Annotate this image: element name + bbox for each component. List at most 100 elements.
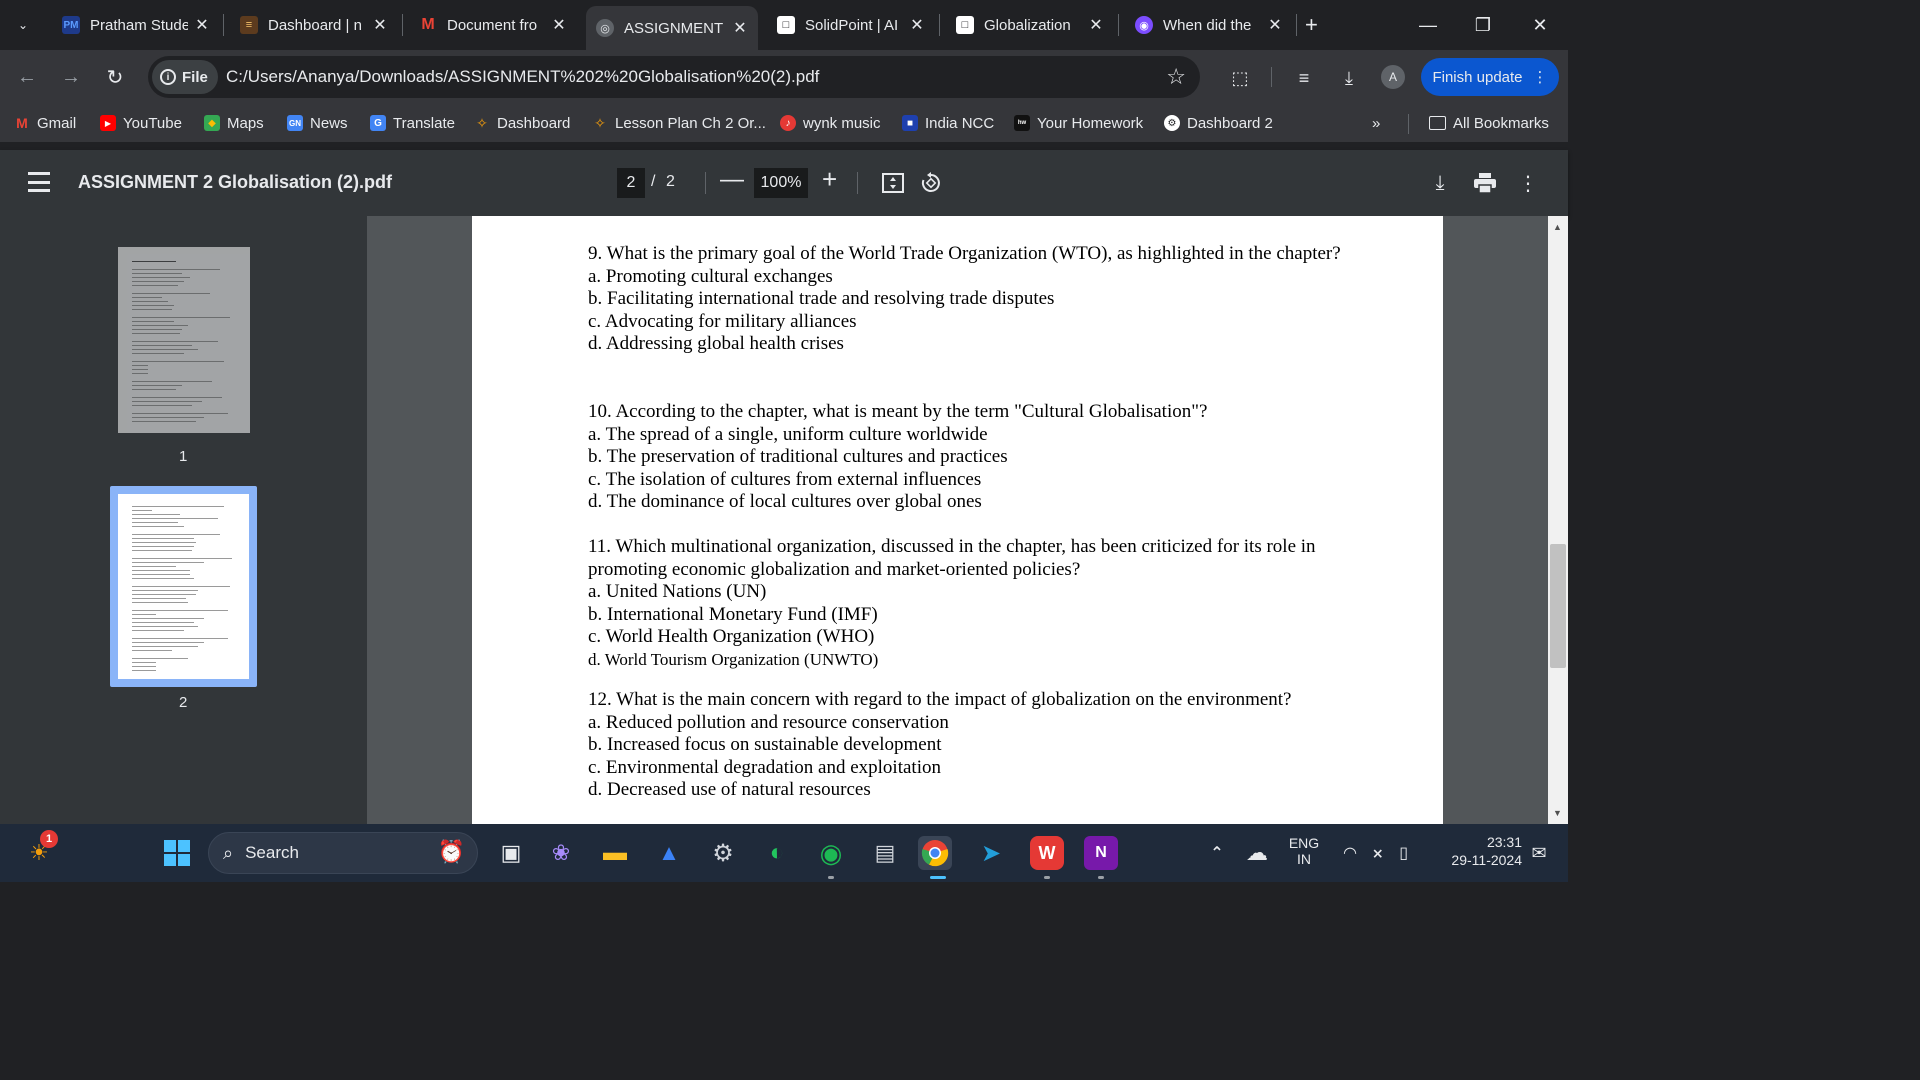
zoom-level-input[interactable]: 100% — [754, 168, 808, 198]
tab-globalization[interactable]: □ Globalization ✕ — [946, 6, 1114, 44]
restore-button[interactable]: ❐ — [1468, 10, 1498, 40]
bookmark-label: Maps — [227, 114, 264, 132]
taskbar-search[interactable]: ⌕ Search ⏰ — [208, 832, 478, 874]
answer-option: a. The spread of a single, uniform cultu… — [588, 423, 988, 445]
tab-assignment[interactable]: ◎ ASSIGNMENT ✕ — [586, 6, 758, 50]
wps-office-app[interactable]: W — [1030, 836, 1064, 870]
bookmark-gmail[interactable]: M Gmail — [14, 112, 76, 134]
bookmark-lesson-plan[interactable]: ✧ Lesson Plan Ch 2 Or... — [592, 112, 766, 134]
profile-avatar[interactable]: A — [1381, 65, 1405, 89]
fit-page-button[interactable] — [880, 170, 906, 196]
menu-button[interactable] — [28, 172, 50, 192]
quick-settings[interactable]: ◠ ⨯ ▯ — [1336, 836, 1416, 870]
telegram-app[interactable]: ➤ — [974, 836, 1008, 870]
reading-list-button[interactable]: ≡ — [1290, 64, 1318, 92]
downloads-button[interactable]: ⤓ — [1335, 64, 1363, 92]
print-button[interactable] — [1472, 170, 1498, 196]
edge-app[interactable]: ◐ — [760, 836, 794, 870]
task-view-app[interactable]: ▣ — [494, 836, 528, 870]
pdf-viewer[interactable]: 9. What is the primary goal of the World… — [367, 216, 1548, 824]
chrome-app[interactable] — [918, 836, 952, 870]
answer-option: b. Facilitating international trade and … — [588, 288, 1055, 310]
bookmarks-overflow-button[interactable]: » — [1372, 112, 1380, 134]
address-bar[interactable]: i File C:/Users/Ananya/Downloads/ASSIGNM… — [148, 56, 1200, 98]
notifications-button[interactable]: ✉ — [1522, 836, 1556, 870]
download-pdf-button[interactable]: ⤓ — [1427, 170, 1453, 196]
spotify-app[interactable]: ◉ — [814, 836, 848, 870]
tab-strip: ⌄ PM Pratham Stude ✕ ≡ Dashboard | n ✕ M… — [0, 0, 1568, 50]
bookmark-label: Gmail — [37, 114, 77, 132]
close-icon[interactable]: ✕ — [1267, 15, 1283, 35]
close-icon[interactable]: ✕ — [551, 15, 567, 35]
scroll-up-arrow-icon[interactable]: ▲ — [1553, 222, 1562, 232]
close-icon[interactable]: ✕ — [909, 15, 925, 35]
bookmark-your-homework[interactable]: hw Your Homework — [1014, 112, 1143, 134]
onedrive-tray[interactable]: ☁ — [1240, 836, 1274, 870]
weather-widget[interactable]: ☀ 1 — [22, 830, 58, 870]
bookmark-translate[interactable]: G Translate — [370, 112, 455, 134]
bookmark-label: Your Homework — [1037, 114, 1144, 132]
tab-search-button[interactable]: ⌄ — [8, 10, 38, 40]
close-icon[interactable]: ✕ — [194, 15, 210, 35]
tab-dashboard[interactable]: ≡ Dashboard | n ✕ — [230, 6, 398, 44]
bookmark-star-button[interactable]: ☆ — [1166, 64, 1186, 90]
close-icon[interactable]: ✕ — [732, 18, 748, 38]
new-tab-button[interactable]: + — [1305, 12, 1318, 38]
tray-overflow-button[interactable]: ⌃ — [1200, 836, 1234, 870]
finish-update-button[interactable]: Finish update ⋮ — [1421, 58, 1559, 96]
page-thumbnail-1[interactable] — [118, 247, 250, 433]
page-thumbnail-2-selected[interactable] — [110, 486, 257, 687]
reload-button[interactable]: ↻ — [102, 64, 128, 90]
accounts-app[interactable]: ▲ — [652, 836, 686, 870]
close-icon[interactable]: ✕ — [372, 15, 388, 35]
back-button[interactable]: ← — [14, 64, 40, 90]
pdf-document-title: ASSIGNMENT 2 Globalisation (2).pdf — [78, 172, 393, 192]
site-info-chip[interactable]: i File — [152, 60, 218, 94]
tab-solidpoint[interactable]: □ SolidPoint | AI ✕ — [767, 6, 935, 44]
forward-button[interactable]: → — [58, 64, 84, 90]
bookmark-dashboard[interactable]: ✧ Dashboard — [474, 112, 570, 134]
vertical-scrollbar[interactable]: ▲ ▼ — [1548, 216, 1568, 824]
clock[interactable]: 23:31 29-11-2024 — [1432, 834, 1522, 868]
thumbnail-label: 2 — [179, 694, 188, 711]
copilot-app[interactable]: ❀ — [544, 836, 578, 870]
app-icon: ◉ — [1135, 16, 1153, 34]
all-bookmarks-button[interactable]: All Bookmarks — [1429, 112, 1549, 134]
scrollbar-thumb[interactable] — [1550, 544, 1566, 668]
minimize-button[interactable]: — — [1413, 10, 1443, 40]
page-number-input[interactable]: 2 — [617, 168, 645, 198]
news-app[interactable]: ▤ — [868, 836, 902, 870]
bookmark-news[interactable]: GN News — [287, 112, 348, 134]
close-icon[interactable]: ✕ — [1088, 15, 1104, 35]
more-vertical-icon: ⋮ — [1532, 69, 1548, 86]
close-window-button[interactable]: ✕ — [1525, 10, 1555, 40]
file-explorer-app[interactable]: ▬ — [598, 836, 632, 870]
url-text[interactable]: C:/Users/Ananya/Downloads/ASSIGNMENT%202… — [226, 67, 819, 87]
language-indicator[interactable]: ENG IN — [1284, 835, 1324, 867]
page-total: 2 — [666, 173, 675, 190]
tab-title: Globalization — [984, 16, 1071, 34]
zoom-in-button[interactable]: + — [822, 164, 837, 195]
settings-app[interactable]: ⚙ — [706, 836, 740, 870]
start-button[interactable] — [160, 836, 194, 870]
more-options-button[interactable]: ⋮ — [1515, 170, 1541, 196]
bookmark-youtube[interactable]: ▶ YouTube — [100, 112, 182, 134]
scroll-down-arrow-icon[interactable]: ▼ — [1553, 808, 1562, 818]
tab-when-did-the[interactable]: ◉ When did the ✕ — [1125, 6, 1293, 44]
reload-icon: ↻ — [106, 66, 124, 89]
minimize-icon: — — [1419, 14, 1437, 35]
rotate-button[interactable] — [918, 170, 944, 196]
zoom-out-button[interactable]: — — [720, 166, 744, 194]
spotify-icon: ◉ — [819, 837, 843, 868]
chevron-down-icon: ⌄ — [17, 18, 29, 32]
bookmark-wynk-music[interactable]: ♪ wynk music — [780, 112, 881, 134]
tab-gmail-document[interactable]: M Document fro ✕ — [409, 6, 577, 44]
bookmark-dashboard-2[interactable]: ⚙ Dashboard 2 — [1164, 112, 1273, 134]
onenote-app[interactable]: N — [1084, 836, 1118, 870]
gmail-icon: M — [16, 115, 28, 131]
bookmark-india-ncc[interactable]: ■ India NCC — [902, 112, 994, 134]
extensions-button[interactable]: ⬚ — [1226, 64, 1254, 92]
bookmark-maps[interactable]: ◆ Maps — [204, 112, 264, 134]
region-code: IN — [1297, 851, 1311, 867]
tab-pratham-studio[interactable]: PM Pratham Stude ✕ — [52, 6, 220, 44]
